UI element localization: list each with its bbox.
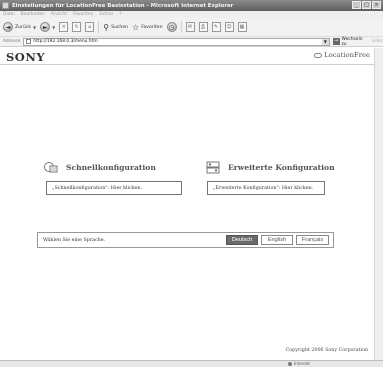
browser-toolbar: ◄ Zurück ▼ ► ▼ × ↻ ⌂ ⚲ Suchen ☆ Favorite… [0,18,383,37]
toolbar-separator [180,21,182,33]
address-url: http://192.168.0.3/menu.htm [33,39,98,44]
language-button-english[interactable]: English [261,235,293,245]
advanced-setup-header: Erweiterte Konfiguration [206,160,335,174]
search-button[interactable]: ⚲ Suchen [103,23,128,32]
page-icon [26,39,32,44]
internet-zone-label: Internet [294,361,310,366]
favorites-button[interactable]: ☆ Favoriten [132,23,162,32]
status-bar: Internet [0,360,383,367]
menu-bar: Datei Bearbeiten Ansicht Favoriten Extra… [0,11,383,18]
back-label: Zurück [15,24,32,30]
language-button-francais[interactable]: Français [296,235,329,245]
star-icon: ☆ [132,22,140,32]
advanced-setup-title: Erweiterte Konfiguration [228,162,335,172]
menu-item-view[interactable]: Ansicht [51,12,67,17]
chevron-down-icon[interactable]: ▼ [321,38,329,45]
language-buttons: Deutsch English Français [226,235,329,245]
address-label: Adresse [3,39,21,44]
address-bar: Adresse http://192.168.0.3/menu.htm ▼ → … [0,37,383,47]
chevron-down-icon: ▼ [33,24,37,30]
stop-icon[interactable]: × [59,22,69,32]
research-icon[interactable]: ▦ [237,22,247,32]
sony-logo: SONY [6,50,46,64]
menu-item-file[interactable]: Datei [3,12,15,17]
window-title-bar: Einstellungen für LocationFree Basisstat… [0,0,383,11]
print-icon[interactable]: ⎙ [198,22,208,32]
window-title: Einstellungen für LocationFree Basisstat… [12,2,234,9]
copyright-text: Copyright 2006 Sony Corporation [285,348,368,353]
favorites-label: Favoriten [141,24,163,30]
minimize-button[interactable]: _ [352,1,361,9]
messenger-icon[interactable]: ☺ [224,22,234,32]
header-divider [0,64,374,65]
locationfree-logo-icon [314,52,323,58]
quick-setup-link[interactable]: „Schnellkonfiguration": Hier klicken. [46,181,182,195]
menu-item-tools[interactable]: Extras [99,12,113,17]
home-icon[interactable]: ⌂ [85,22,95,32]
go-button[interactable]: → Wechseln zu [332,36,368,47]
quick-setup-icon [44,160,58,174]
language-selector: Wählen Sie eine Sprache. Deutsch English… [37,232,334,248]
back-button[interactable]: ◄ Zurück ▼ [3,22,36,32]
ie-app-icon [2,2,9,9]
back-arrow-icon: ◄ [3,22,13,32]
forward-arrow-icon: ► [40,22,51,32]
locationfree-logo: LocationFree [314,51,370,59]
go-label: Wechseln zu [341,36,363,47]
quick-setup-title: Schnellkonfiguration [66,162,156,172]
edit-icon[interactable]: ✎ [211,22,221,32]
go-arrow-icon: → [332,38,340,45]
globe-icon [288,361,292,366]
search-icon: ⚲ [103,22,110,32]
window-controls: _ □ × [352,1,381,9]
menu-item-help[interactable]: ? [119,12,121,17]
menu-item-edit[interactable]: Bearbeiten [21,12,45,17]
language-prompt: Wählen Sie eine Sprache. [43,237,106,243]
search-label: Suchen [111,24,129,30]
forward-button[interactable]: ► ▼ [40,22,55,32]
address-input[interactable]: http://192.168.0.3/menu.htm ▼ [23,37,330,46]
vertical-scrollbar[interactable] [374,48,383,360]
maximize-button[interactable]: □ [362,1,371,9]
page-content: SONY LocationFree Schnellkonfiguration E… [0,48,374,360]
advanced-setup-icon [206,160,220,174]
internet-zone: Internet [288,361,310,366]
history-icon[interactable]: ◷ [166,22,177,32]
links-button[interactable]: Links [372,39,383,44]
close-button[interactable]: × [372,1,381,9]
language-button-deutsch[interactable]: Deutsch [226,235,258,245]
mail-icon[interactable]: ✉ [185,22,195,32]
advanced-setup-link[interactable]: „Erweiterte Konfiguration": Hier klicken… [207,181,325,195]
chevron-down-icon: ▼ [52,24,56,30]
toolbar-separator [98,21,100,33]
quick-setup-header: Schnellkonfiguration [44,160,156,174]
menu-item-favorites[interactable]: Favoriten [73,12,93,17]
refresh-icon[interactable]: ↻ [72,22,82,32]
locationfree-logo-text: LocationFree [324,51,370,59]
